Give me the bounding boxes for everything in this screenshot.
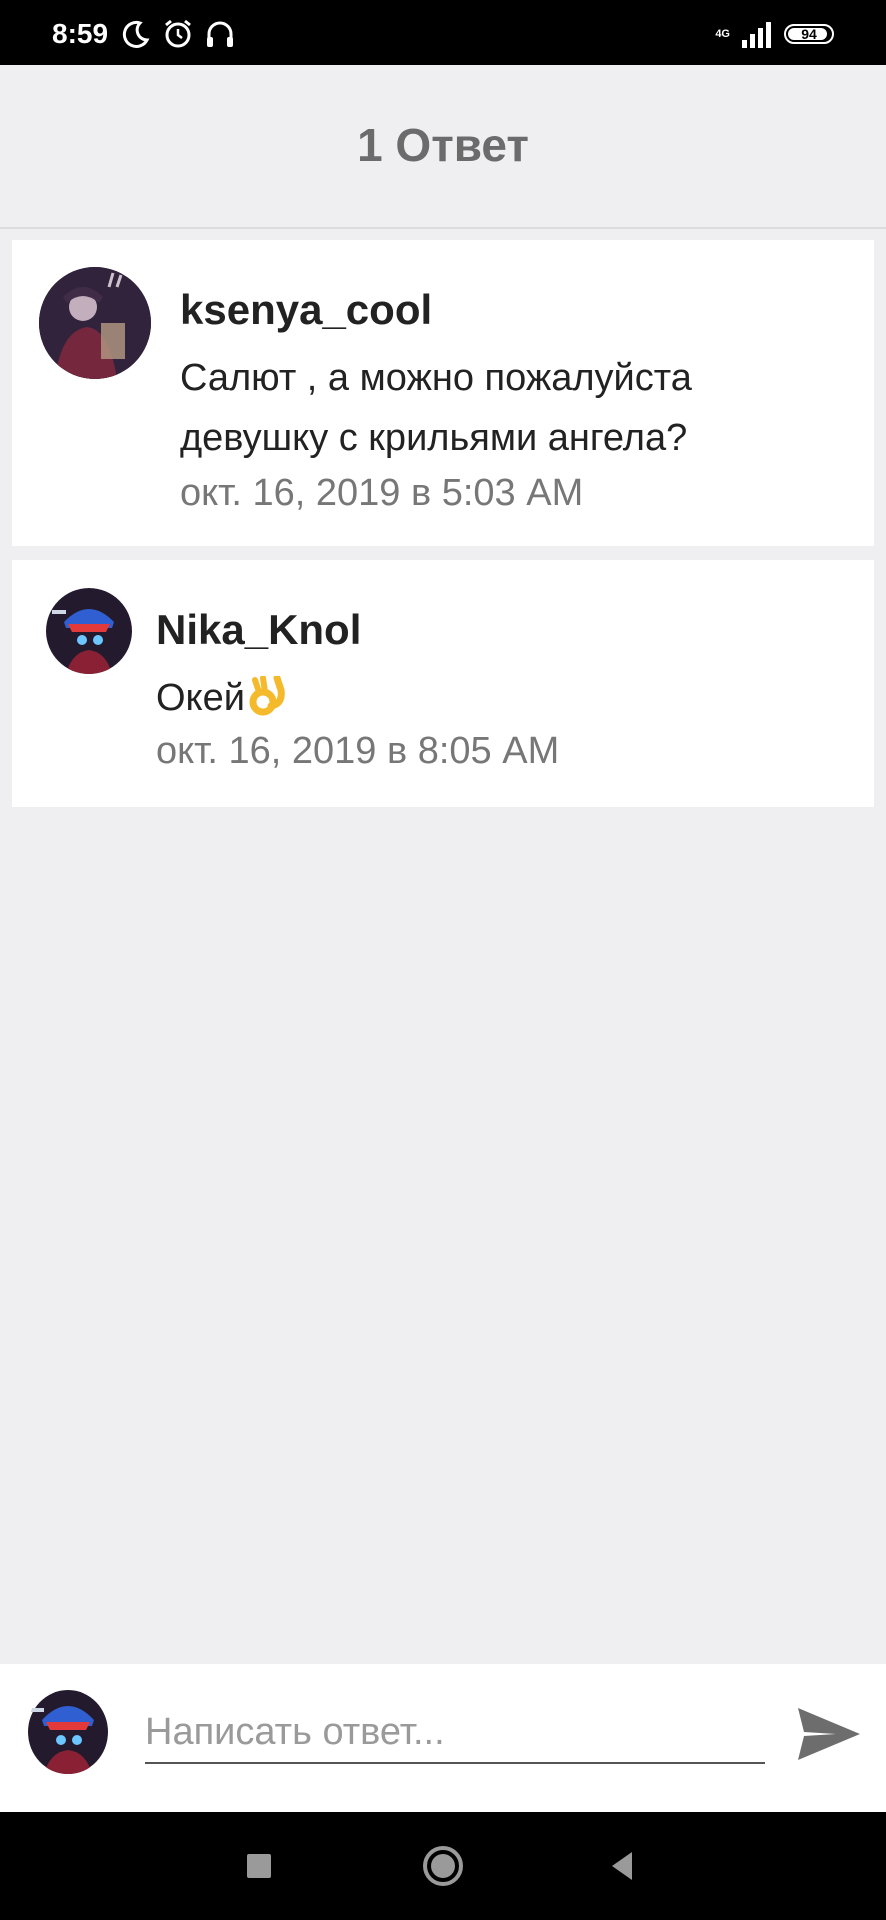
header: 1 Ответ xyxy=(0,65,886,229)
home-button[interactable] xyxy=(419,1842,467,1890)
headphones-icon xyxy=(207,21,233,47)
avatar[interactable] xyxy=(46,588,132,674)
comment-text: Салют , а можно пожалуйста девушку с кри… xyxy=(180,357,692,459)
moon-icon xyxy=(122,20,150,48)
status-right: 4G 94 xyxy=(715,18,834,50)
comment-timestamp: окт. 16, 2019 в 8:05 AM xyxy=(156,730,560,772)
back-button[interactable] xyxy=(600,1842,648,1890)
avatar-image xyxy=(46,588,132,674)
comment-username[interactable]: ksenya_cool xyxy=(180,286,432,334)
battery-icon: 94 xyxy=(784,24,834,44)
comment-card[interactable]: ksenya_cool Салют , а можно пожалуйста д… xyxy=(12,240,874,546)
network-type: 4G xyxy=(715,28,730,40)
ok-hand-emoji-icon xyxy=(249,676,285,716)
comment-username[interactable]: Nika_Knol xyxy=(156,606,361,654)
comment-timestamp: окт. 16, 2019 в 5:03 AM xyxy=(180,472,584,514)
recents-button[interactable] xyxy=(235,1842,283,1890)
comment-text: Окей xyxy=(156,677,245,719)
reply-bar xyxy=(0,1664,886,1812)
status-time: 8:59 xyxy=(52,18,109,49)
signal-icon xyxy=(742,22,771,48)
status-bar: 8:59 4G 94 xyxy=(0,0,886,65)
comment-card[interactable]: Nika_Knol Окей окт. 16, 2019 в 8:05 AM xyxy=(12,560,874,807)
page-title: 1 Ответ xyxy=(357,119,529,171)
avatar-image xyxy=(28,1686,108,1774)
avatar[interactable] xyxy=(39,267,151,379)
navigation-bar xyxy=(0,1812,886,1920)
reply-input[interactable] xyxy=(145,1702,765,1764)
alarm-icon xyxy=(165,19,191,48)
send-button[interactable] xyxy=(796,1704,862,1764)
comment-text-row: Окей xyxy=(156,668,287,728)
avatar-image xyxy=(39,267,151,379)
battery-level: 94 xyxy=(801,26,817,42)
current-user-avatar[interactable] xyxy=(28,1686,108,1774)
